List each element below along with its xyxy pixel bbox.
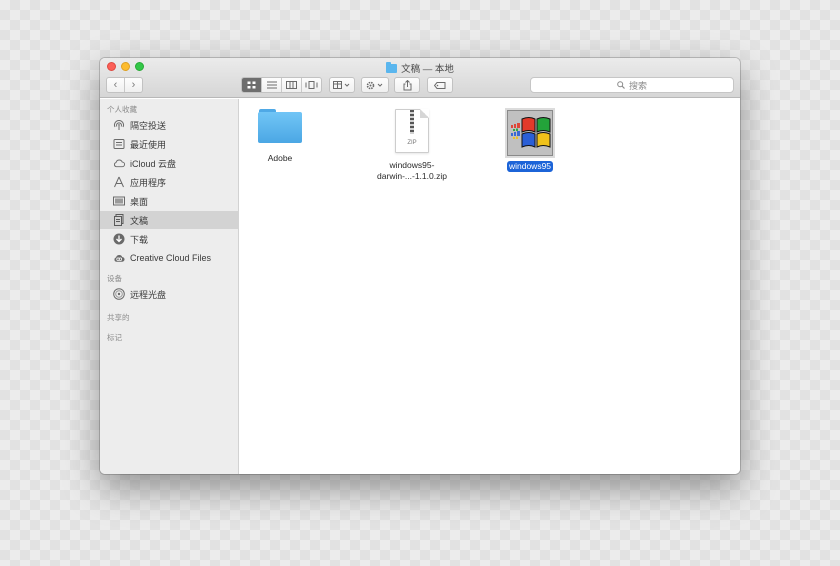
sidebar-item-label: 最近使用 <box>130 139 167 150</box>
sidebar-item-remote-disc[interactable]: 远程光盘 <box>100 285 239 303</box>
sidebar-item-icloud[interactable]: iCloud 云盘 <box>100 154 239 172</box>
view-mode-group <box>241 77 322 93</box>
column-view-button[interactable] <box>281 78 301 92</box>
forward-icon: › <box>131 79 136 91</box>
search-icon <box>617 81 625 89</box>
sidebar-item-label: 应用程序 <box>130 177 167 188</box>
sidebar-header-shared[interactable]: 共享的 <box>107 312 130 323</box>
action-button[interactable] <box>361 77 389 93</box>
sidebar-item-applications[interactable]: 应用程序 <box>100 173 239 191</box>
file-label-selected: windows95 <box>506 161 554 172</box>
documents-icon <box>113 214 125 226</box>
list-view-button[interactable] <box>261 78 281 92</box>
icon-view-icon <box>247 81 256 89</box>
sidebar-item-label: 远程光盘 <box>130 289 167 300</box>
forward-button[interactable]: › <box>124 78 142 92</box>
file-item-windows95-app[interactable]: windows95 <box>490 108 570 172</box>
desktop-icon <box>113 195 125 207</box>
share-icon <box>403 79 411 90</box>
sidebar-header-favorites: 个人收藏 <box>107 105 137 114</box>
recents-icon <box>113 138 125 150</box>
sidebar-item-desktop[interactable]: 桌面 <box>100 192 239 210</box>
column-view-icon <box>286 81 297 89</box>
file-label: windows95- darwin-...-1.1.0.zip <box>377 160 447 182</box>
navigation-group: ‹ › <box>106 77 143 93</box>
sidebar-item-label: 文稿 <box>130 215 149 226</box>
file-item-adobe[interactable]: Adobe <box>240 109 320 164</box>
file-browser-content[interactable]: Adobe ZIP windows95- darwin-...-1.1.0.zi… <box>240 99 740 474</box>
sidebar-header-tags[interactable]: 标记 <box>107 332 122 343</box>
creative-cloud-icon <box>113 252 125 264</box>
airdrop-icon <box>113 119 125 131</box>
file-label-line: darwin-...-1.1.0.zip <box>377 171 447 181</box>
search-placeholder: 搜索 <box>628 80 647 91</box>
gear-icon <box>366 81 383 89</box>
title-bar[interactable]: 文稿 — 本地 ‹ › 搜索 <box>100 58 740 98</box>
back-button[interactable]: ‹ <box>107 78 124 92</box>
sidebar-item-creative-cloud[interactable]: Creative Cloud Files <box>100 249 239 267</box>
file-item-windows95-zip[interactable]: ZIP windows95- darwin-...-1.1.0.zip <box>372 109 452 182</box>
icon-view-button[interactable] <box>242 78 261 92</box>
finder-window: 文稿 — 本地 ‹ › 搜索 个人收藏 隔空投送 最近使用 iCloud 云盘 … <box>100 58 740 474</box>
arrange-icon <box>333 81 350 89</box>
sidebar-item-label: 下载 <box>130 234 149 245</box>
back-icon: ‹ <box>113 79 118 91</box>
window-title: 文稿 — 本地 <box>100 61 740 75</box>
disc-icon <box>113 288 125 300</box>
downloads-icon <box>113 233 125 245</box>
search-input[interactable]: 搜索 <box>530 77 734 93</box>
sidebar-item-downloads[interactable]: 下载 <box>100 230 239 248</box>
file-label: Adobe <box>267 153 293 163</box>
tag-button[interactable] <box>427 77 453 93</box>
list-view-icon <box>266 81 277 89</box>
window-title-text: 文稿 — 本地 <box>401 64 454 75</box>
sidebar-item-documents[interactable]: 文稿 <box>100 211 239 229</box>
zip-archive-icon: ZIP <box>395 109 429 153</box>
sidebar-item-airdrop[interactable]: 隔空投送 <box>100 116 239 134</box>
sidebar-item-label: 桌面 <box>130 196 149 207</box>
cover-flow-button[interactable] <box>301 78 321 92</box>
cover-flow-icon <box>305 81 318 89</box>
sidebar-item-label: 隔空投送 <box>130 120 167 131</box>
zip-icon-label: ZIP <box>407 140 417 146</box>
folder-icon <box>258 109 302 143</box>
applications-icon <box>113 176 125 188</box>
tag-icon <box>434 81 446 89</box>
cloud-icon <box>113 157 125 169</box>
sidebar: 个人收藏 隔空投送 最近使用 iCloud 云盘 应用程序 桌面 文稿 下载 C… <box>100 99 239 474</box>
sidebar-item-label: iCloud 云盘 <box>130 158 177 169</box>
sidebar-item-recents[interactable]: 最近使用 <box>100 135 239 153</box>
windows-logo-icon <box>505 108 555 158</box>
arrange-button[interactable] <box>329 77 355 93</box>
folder-icon <box>386 61 398 73</box>
share-button[interactable] <box>394 77 420 93</box>
file-label-line: windows95- <box>389 160 435 170</box>
sidebar-item-label: Creative Cloud Files <box>130 253 212 263</box>
sidebar-header-devices: 设备 <box>107 274 122 283</box>
